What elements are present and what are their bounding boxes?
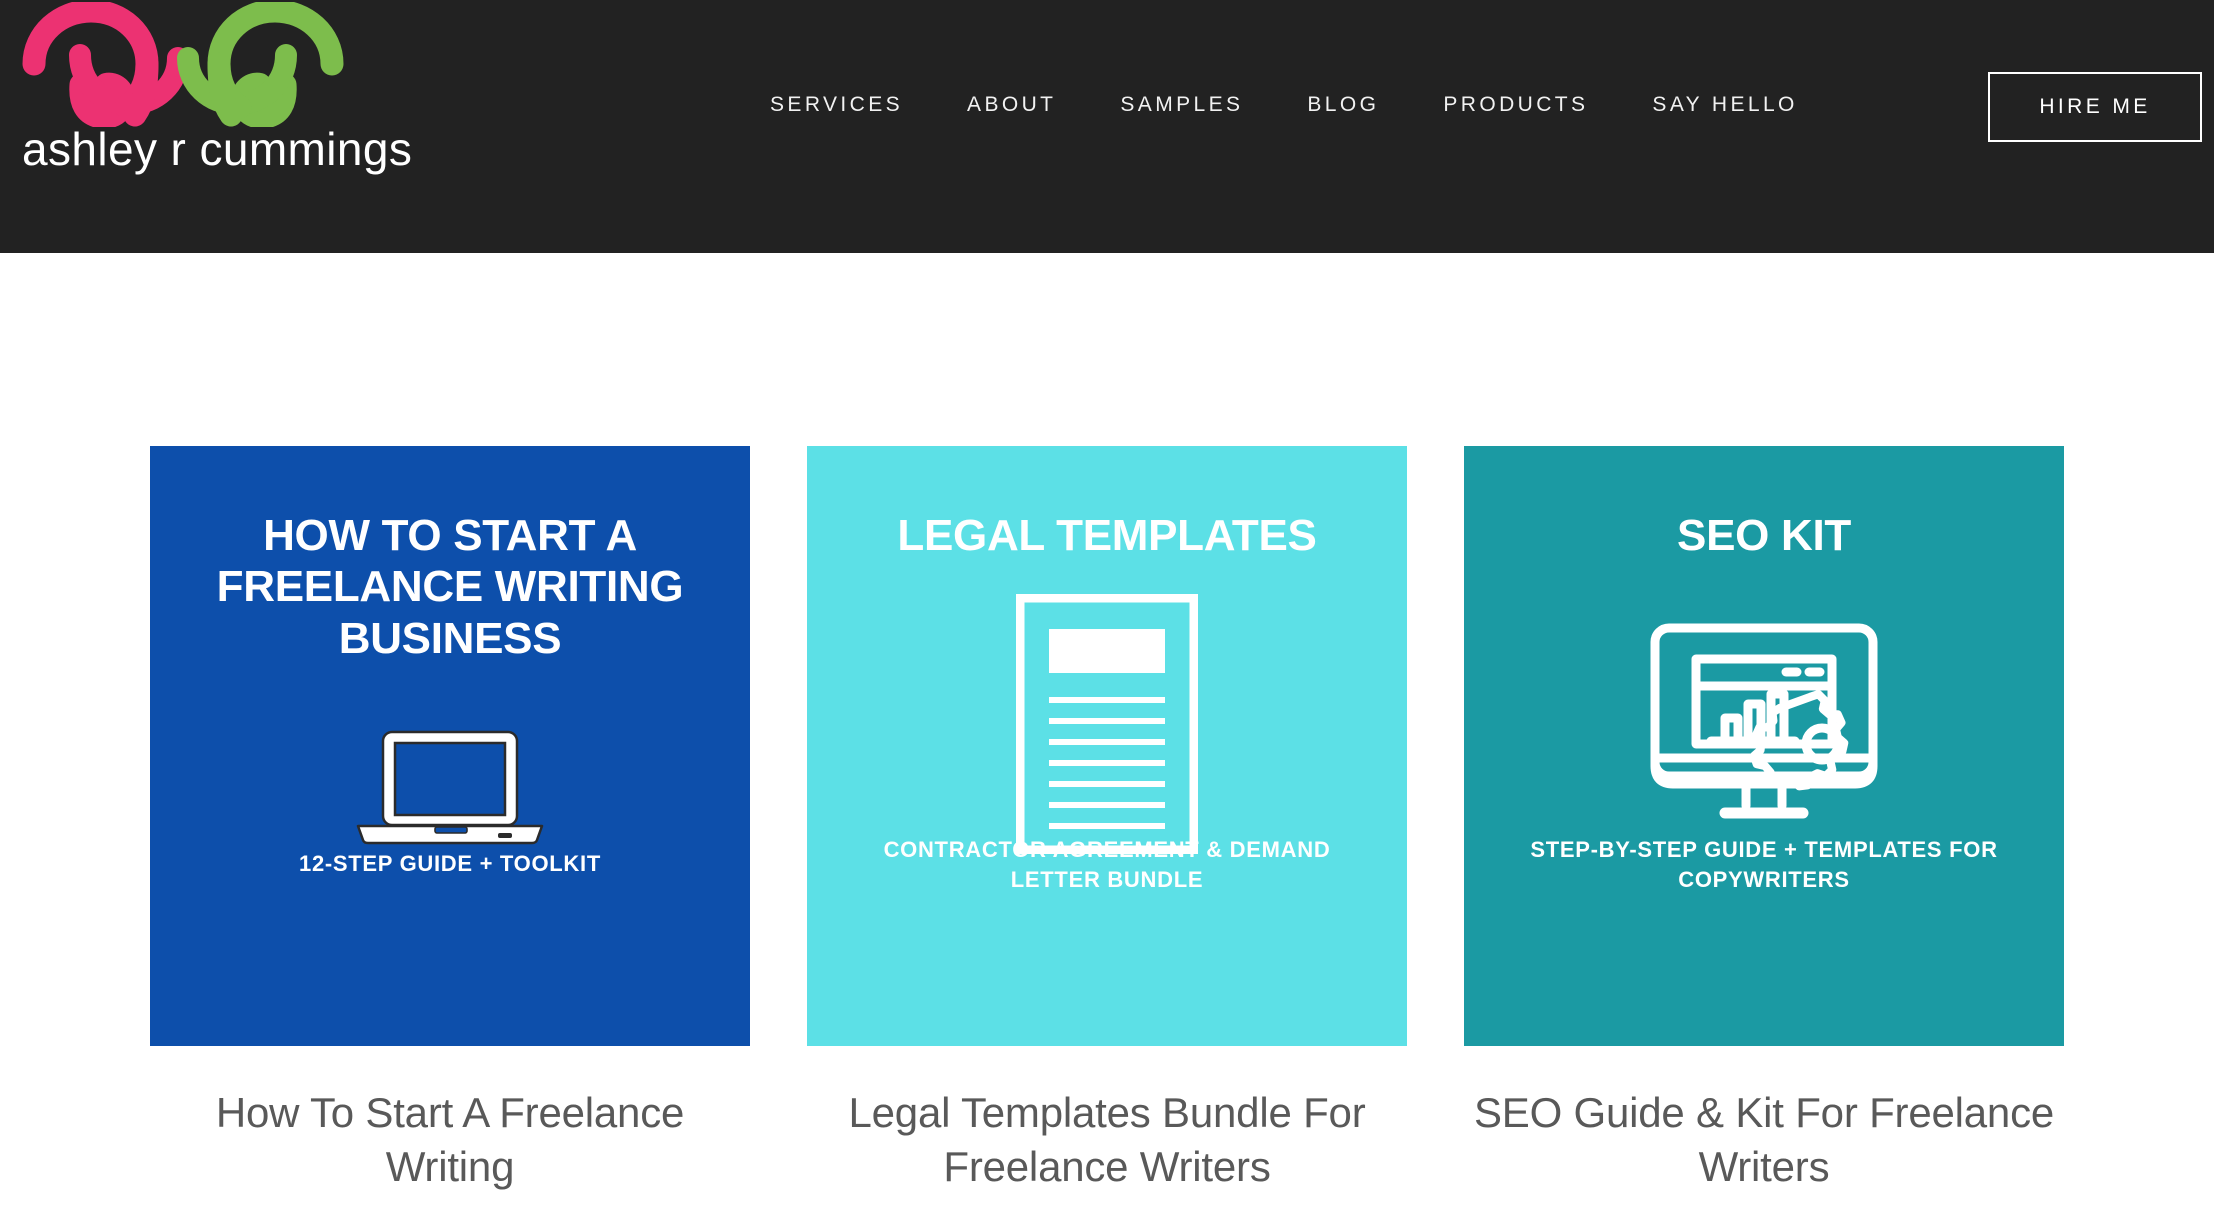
main-navigation: SERVICES ABOUT SAMPLES BLOG PRODUCTS SAY… bbox=[770, 84, 1798, 125]
thumbnail-title-2: LEGAL TEMPLATES bbox=[897, 511, 1317, 560]
nav-item-services[interactable]: SERVICES bbox=[770, 84, 903, 125]
document-artwork bbox=[807, 594, 1407, 854]
monitor-analytics-icon bbox=[1650, 623, 1878, 819]
thumbnail-subtitle-2: CONTRACTOR AGREEMENT & DEMAND LETTER BUN… bbox=[883, 837, 1331, 892]
product-title-3: SEO Guide & Kit For Freelance Writers bbox=[1473, 1089, 2055, 1190]
product-title-2: Legal Templates Bundle For Freelance Wri… bbox=[848, 1089, 1366, 1190]
thumbnail-title-1: HOW TO START A FREELANCE WRITING BUSINES… bbox=[216, 511, 684, 663]
double-spiral-logo-icon bbox=[22, 2, 344, 127]
nav-item-blog[interactable]: BLOG bbox=[1307, 84, 1379, 125]
product-title-1: How To Start A Freelance Writing bbox=[215, 1089, 685, 1190]
product-card-seo-kit[interactable]: SEO KIT STEP-BY-STEP GUIDE + TEMPLATES F… bbox=[1464, 446, 2064, 1194]
nav-item-about[interactable]: ABOUT bbox=[967, 84, 1056, 125]
thumbnail-title-3: SEO KIT bbox=[1677, 511, 1851, 560]
logo-wordmark: ashley r cummings bbox=[22, 123, 412, 175]
product-card-legal-templates-bundle[interactable]: LEGAL TEMPLATES CONTRACTOR AGREEMENT & D… bbox=[807, 446, 1407, 1194]
logo-wordmark-text: ashley r cummings bbox=[22, 123, 412, 175]
product-thumbnail-3[interactable]: SEO KIT STEP-BY-STEP GUIDE + TEMPLATES F… bbox=[1464, 446, 2064, 1046]
site-header: ashley r cummings SERVICES ABOUT SAMPLES… bbox=[0, 0, 2214, 253]
hire-me-button[interactable]: HIRE ME bbox=[1988, 72, 2202, 142]
nav-item-say-hello[interactable]: SAY HELLO bbox=[1652, 84, 1797, 125]
site-logo-link[interactable]: ashley r cummings bbox=[18, 2, 418, 212]
product-thumbnail-2[interactable]: LEGAL TEMPLATES CONTRACTOR AGREEMENT & D… bbox=[807, 446, 1407, 1046]
laptop-icon bbox=[356, 730, 544, 845]
document-icon bbox=[1016, 594, 1198, 854]
thumbnail-subtitle-3: STEP-BY-STEP GUIDE + TEMPLATES FOR COPYW… bbox=[1530, 837, 1998, 892]
product-thumbnail-1[interactable]: HOW TO START A FREELANCE WRITING BUSINES… bbox=[150, 446, 750, 1046]
product-card-freelance-writing-business[interactable]: HOW TO START A FREELANCE WRITING BUSINES… bbox=[150, 446, 750, 1194]
laptop-artwork bbox=[150, 728, 750, 848]
nav-item-products[interactable]: PRODUCTS bbox=[1443, 84, 1588, 125]
nav-item-samples[interactable]: SAMPLES bbox=[1120, 84, 1243, 125]
product-grid: HOW TO START A FREELANCE WRITING BUSINES… bbox=[150, 446, 2064, 1194]
seo-monitor-artwork bbox=[1464, 622, 2064, 828]
thumbnail-subtitle-1: 12-STEP GUIDE + TOOLKIT bbox=[299, 851, 601, 876]
